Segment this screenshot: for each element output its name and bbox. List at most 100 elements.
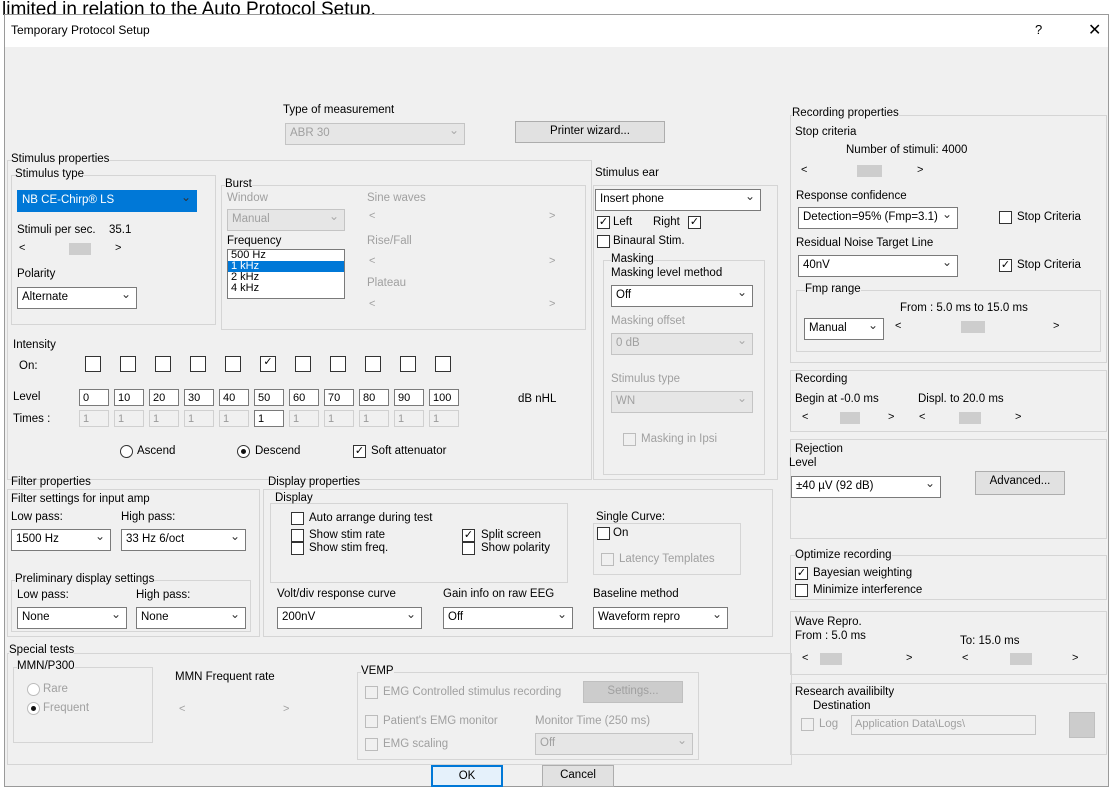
residual-noise-select[interactable]: 40nV — [798, 255, 958, 277]
stop-criteria-checkbox-1[interactable] — [999, 211, 1012, 224]
intensity-level-field[interactable]: 30 — [184, 389, 214, 406]
emg-stimulus-checkbox[interactable] — [365, 686, 378, 699]
volt-div-select[interactable]: 200nV — [277, 607, 422, 629]
descend-radio[interactable] — [237, 445, 250, 458]
intensity-times-field[interactable]: 1 — [219, 410, 249, 427]
printer-wizard-button[interactable]: Printer wizard... — [515, 121, 665, 143]
intensity-level-field[interactable]: 10 — [114, 389, 144, 406]
help-button[interactable]: ? — [1035, 22, 1042, 37]
stop-criteria-checkbox-2[interactable]: ✓ — [999, 259, 1012, 272]
gain-info-select[interactable]: Off — [443, 607, 573, 629]
response-confidence-select[interactable]: Detection=95% (Fmp=3.1) — [798, 207, 958, 229]
intensity-times-field[interactable]: 1 — [429, 410, 459, 427]
masking-method-select[interactable]: Off — [611, 285, 753, 307]
intensity-on-checkbox[interactable] — [400, 356, 416, 372]
stop-criteria-scrollbar[interactable]: < > — [799, 164, 939, 178]
type-meas-select[interactable]: ABR 30 — [285, 123, 465, 145]
left-checkbox[interactable]: ✓ — [597, 216, 610, 229]
rejection-level-select[interactable]: ±40 µV (92 dB) — [791, 476, 941, 498]
close-button[interactable]: ✕ — [1088, 20, 1101, 40]
latency-templates-checkbox[interactable] — [601, 553, 614, 566]
masking-ipsi-checkbox[interactable] — [623, 433, 636, 446]
intensity-on-checkbox[interactable] — [190, 356, 206, 372]
low-pass-select[interactable]: 1500 Hz — [11, 529, 111, 551]
intensity-on-checkbox[interactable] — [85, 356, 101, 372]
stimuli-per-sec-scrollbar[interactable]: < > — [17, 242, 137, 256]
stimulus-ear-select[interactable]: Insert phone — [595, 189, 761, 211]
intensity-on-checkbox[interactable]: ✓ — [260, 356, 276, 372]
fmp-range-scrollbar[interactable]: < > — [893, 320, 1068, 334]
intensity-times-field[interactable]: 1 — [289, 410, 319, 427]
intensity-level-field[interactable]: 60 — [289, 389, 319, 406]
scroll-left-icon[interactable]: < — [19, 242, 25, 254]
baseline-method-select[interactable]: Waveform repro — [593, 607, 728, 629]
intensity-level-field[interactable]: 100 — [429, 389, 459, 406]
intensity-times-field[interactable]: 1 — [114, 410, 144, 427]
ascend-radio[interactable] — [120, 445, 133, 458]
intensity-times-field[interactable]: 1 — [79, 410, 109, 427]
intensity-times-field[interactable]: 1 — [324, 410, 354, 427]
right-checkbox[interactable]: ✓ — [688, 216, 701, 229]
auto-arrange-checkbox[interactable] — [291, 512, 304, 525]
show-polarity-checkbox[interactable] — [462, 542, 475, 555]
emg-scaling-checkbox[interactable] — [365, 738, 378, 751]
intensity-level-field[interactable]: 40 — [219, 389, 249, 406]
mmn-rate-scrollbar[interactable]: < > — [175, 703, 295, 717]
wave-from-scrollbar[interactable]: < > — [800, 652, 920, 666]
cancel-button[interactable]: Cancel — [542, 765, 614, 787]
fmp-range-select[interactable]: Manual — [804, 318, 884, 340]
intensity-level-field[interactable]: 50 — [254, 389, 284, 406]
browse-button[interactable] — [1069, 712, 1095, 738]
log-checkbox[interactable] — [801, 718, 814, 731]
intensity-on-checkbox[interactable] — [155, 356, 171, 372]
show-stim-rate-checkbox[interactable] — [291, 529, 304, 542]
frequency-list[interactable]: 500 Hz 1 kHz 2 kHz 4 kHz — [227, 249, 345, 299]
soft-attenuator-checkbox[interactable]: ✓ — [353, 445, 366, 458]
intensity-level-field[interactable]: 80 — [359, 389, 389, 406]
displ-to-scrollbar[interactable]: < > — [917, 411, 1027, 425]
intensity-times-field[interactable]: 1 — [394, 410, 424, 427]
intensity-level-field[interactable]: 0 — [79, 389, 109, 406]
scroll-right-icon[interactable]: > — [115, 242, 121, 254]
intensity-level-field[interactable]: 90 — [394, 389, 424, 406]
advanced-button[interactable]: Advanced... — [975, 471, 1065, 495]
frequent-radio[interactable] — [27, 702, 40, 715]
plateau-scrollbar[interactable]: < > — [367, 298, 562, 312]
destination-path-field[interactable]: Application Data\Logs\ — [851, 715, 1036, 735]
rare-radio[interactable] — [27, 683, 40, 696]
wave-to-scrollbar[interactable]: < > — [960, 652, 1085, 666]
intensity-on-checkbox[interactable] — [120, 356, 136, 372]
high-pass-select[interactable]: 33 Hz 6/oct — [121, 529, 246, 551]
frequency-item[interactable]: 4 kHz — [228, 283, 344, 294]
split-screen-checkbox[interactable]: ✓ — [462, 529, 475, 542]
settings-button[interactable]: Settings... — [583, 681, 683, 703]
intensity-on-checkbox[interactable] — [295, 356, 311, 372]
masking-offset-select[interactable]: 0 dB — [611, 333, 753, 355]
sine-waves-scrollbar[interactable]: < > — [367, 210, 562, 224]
pre-high-pass-select[interactable]: None — [136, 607, 246, 629]
minimize-interference-checkbox[interactable] — [795, 584, 808, 597]
emg-monitor-checkbox[interactable] — [365, 715, 378, 728]
single-curve-checkbox[interactable] — [597, 527, 610, 540]
intensity-on-checkbox[interactable] — [365, 356, 381, 372]
monitor-time-select[interactable]: Off — [535, 733, 693, 755]
show-stim-freq-checkbox[interactable] — [291, 542, 304, 555]
pre-low-pass-select[interactable]: None — [17, 607, 127, 629]
intensity-on-checkbox[interactable] — [225, 356, 241, 372]
stimulus-type-select[interactable]: NB CE-Chirp® LS — [17, 190, 197, 212]
binaural-checkbox[interactable] — [597, 235, 610, 248]
begin-at-scrollbar[interactable]: < > — [800, 411, 900, 425]
intensity-on-checkbox[interactable] — [330, 356, 346, 372]
bayesian-checkbox[interactable]: ✓ — [795, 567, 808, 580]
ok-button[interactable]: OK — [431, 765, 503, 787]
intensity-level-field[interactable]: 20 — [149, 389, 179, 406]
intensity-level-field[interactable]: 70 — [324, 389, 354, 406]
polarity-select[interactable]: Alternate — [17, 287, 137, 309]
intensity-on-checkbox[interactable] — [435, 356, 451, 372]
masking-stimulus-type-select[interactable]: WN — [611, 391, 753, 413]
intensity-times-field[interactable]: 1 — [149, 410, 179, 427]
intensity-times-field[interactable]: 1 — [184, 410, 214, 427]
window-select[interactable]: Manual — [227, 209, 345, 231]
rise-fall-scrollbar[interactable]: < > — [367, 255, 562, 269]
intensity-times-field[interactable]: 1 — [359, 410, 389, 427]
